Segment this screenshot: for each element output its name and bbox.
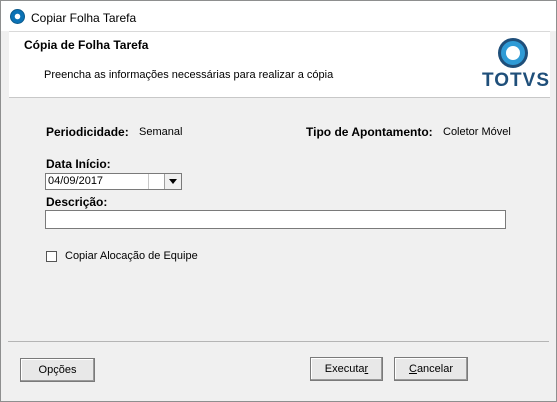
totvs-logo: TOTVS: [482, 38, 550, 94]
periodicidade-value: Semanal: [139, 126, 183, 138]
cancelar-button[interactable]: Cancelar: [394, 357, 468, 381]
executar-button-label: Executar: [324, 363, 369, 375]
window-title: Copiar Folha Tarefa: [31, 11, 137, 25]
copiar-alocacao-checkbox[interactable]: [46, 251, 57, 262]
dialog-header: Cópia de Folha Tarefa Preencha as inform…: [9, 31, 550, 98]
opcoes-button-label: Opções: [38, 364, 77, 376]
header-title: Cópia de Folha Tarefa: [24, 38, 149, 52]
tipo-apontamento-label: Tipo de Apontamento:: [306, 125, 433, 139]
chevron-down-icon[interactable]: [164, 174, 181, 189]
date-field-separator: [148, 174, 149, 189]
data-inicio-label: Data Início:: [46, 157, 111, 171]
data-inicio-value[interactable]: 04/09/2017: [48, 175, 103, 187]
header-subtitle: Preencha as informações necessárias para…: [44, 69, 334, 81]
logo-text: TOTVS: [482, 70, 550, 91]
descricao-input[interactable]: [45, 210, 506, 229]
copiar-alocacao-label[interactable]: Copiar Alocação de Equipe: [65, 250, 198, 262]
data-inicio-field[interactable]: 04/09/2017: [45, 173, 182, 190]
logo-circle-icon: [498, 38, 528, 68]
footer-divider: [8, 341, 549, 342]
opcoes-button[interactable]: Opções: [20, 358, 95, 382]
executar-button[interactable]: Executar: [310, 357, 383, 381]
title-bar: Copiar Folha Tarefa: [1, 1, 556, 31]
descricao-label: Descrição:: [46, 195, 108, 209]
cancelar-button-label: Cancelar: [408, 363, 454, 375]
periodicidade-label: Periodicidade:: [46, 125, 129, 139]
tipo-apontamento-value: Coletor Móvel: [443, 126, 511, 138]
app-icon: [10, 9, 25, 24]
